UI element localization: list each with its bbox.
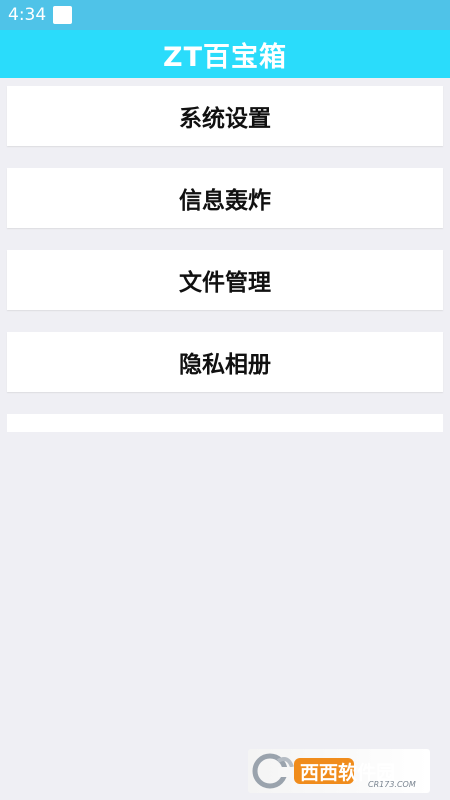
menu-item-partial[interactable]: [7, 414, 443, 432]
app-title: ZT百宝箱: [163, 41, 287, 73]
menu-item-private-album[interactable]: 隐私相册: [7, 332, 443, 392]
menu-item-system-settings[interactable]: 系统设置: [7, 86, 443, 146]
menu-item-label: 隐私相册: [179, 352, 271, 378]
watermark-logo-sub: CR173.COM: [368, 780, 416, 789]
notification-icon: [53, 6, 72, 24]
menu-item-message-bomb[interactable]: 信息轰炸: [7, 168, 443, 228]
menu-list: 系统设置 信息轰炸 文件管理 隐私相册: [7, 86, 443, 432]
menu-item-label: 信息轰炸: [179, 188, 271, 214]
status-time: 4:34: [8, 5, 47, 25]
menu-item-file-manager[interactable]: 文件管理: [7, 250, 443, 310]
menu-item-label: 文件管理: [179, 270, 271, 296]
watermark-logo: 西西软件园 CR173.COM: [248, 749, 430, 793]
app-bar: ZT百宝箱: [0, 30, 450, 78]
menu-item-label: 系统设置: [179, 106, 271, 132]
status-bar: 4:34: [0, 0, 450, 30]
